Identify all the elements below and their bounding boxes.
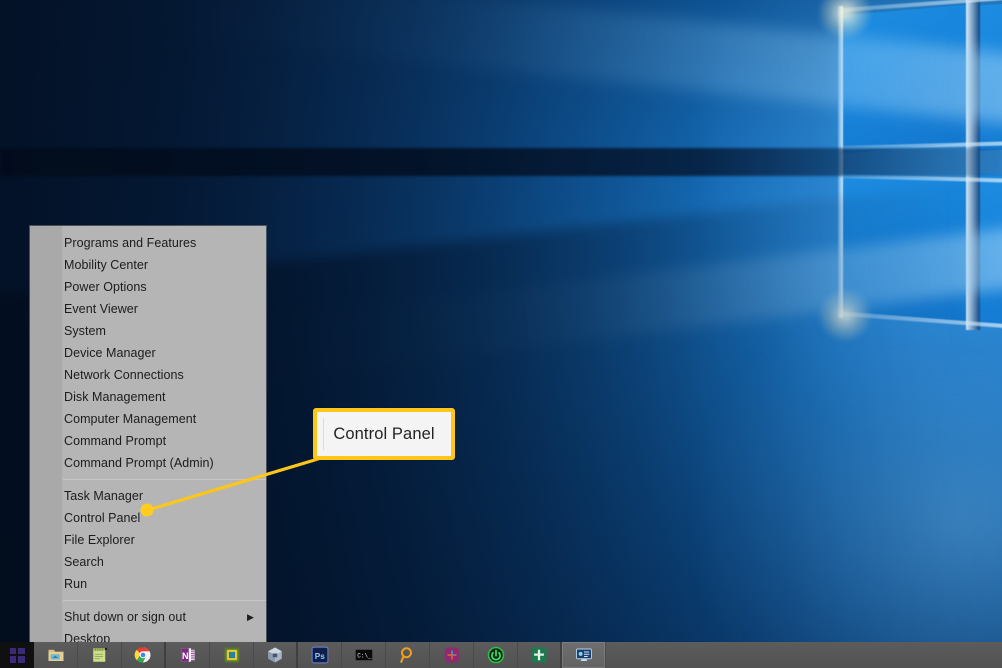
menu-item-shut-down-or-sign-out[interactable]: Shut down or sign out ▶ [30,606,266,628]
menu-item-search[interactable]: Search [30,551,266,573]
taskbar[interactable]: N Ps C:\_ [0,642,1002,668]
menu-item-label: Programs and Features [64,236,197,250]
magnifier-icon [399,647,412,663]
menu-item-label: Control Panel [64,511,141,525]
wallpaper-dark-band [0,148,1002,176]
menu-item-label: Disk Management [64,390,166,404]
menu-item-device-manager[interactable]: Device Manager [30,342,266,364]
photoshop-icon: Ps [311,646,328,664]
taskbar-item-system-properties[interactable] [562,642,606,668]
menu-item-label: Command Prompt [64,434,167,448]
taskbar-item-list[interactable]: N Ps C:\_ [34,642,1002,668]
menu-item-command-prompt-admin[interactable]: Command Prompt (Admin) [30,452,266,474]
menu-item-label: Computer Management [64,412,197,426]
callout-highlight-box: Control Panel [313,408,455,460]
winx-power-user-menu[interactable]: Programs and Features Mobility Center Po… [30,226,266,656]
taskbar-item-app-green-plus[interactable] [518,642,562,668]
monitor-icon [575,648,592,661]
menu-item-label: Shut down or sign out [64,610,186,624]
menu-item-label: Run [64,577,88,591]
menu-item-run[interactable]: Run [30,573,266,595]
menu-item-control-panel[interactable]: Control Panel [30,507,266,529]
menu-item-command-prompt[interactable]: Command Prompt [30,430,266,452]
menu-item-label: System [64,324,106,338]
menu-item-disk-management[interactable]: Disk Management [30,386,266,408]
menu-item-programs-and-features[interactable]: Programs and Features [30,232,266,254]
menu-item-label: Mobility Center [64,258,149,272]
taskbar-item-google-chrome[interactable] [122,642,166,668]
desktop[interactable]: Programs and Features Mobility Center Po… [0,0,1002,668]
puzzle-icon [444,647,459,663]
menu-item-power-options[interactable]: Power Options [30,276,266,298]
start-button[interactable] [0,642,34,668]
menu-item-label: Command Prompt (Admin) [64,456,214,470]
menu-item-label: Network Connections [64,368,184,382]
menu-item-file-explorer[interactable]: File Explorer [30,529,266,551]
taskbar-item-photoshop[interactable]: Ps [298,642,342,668]
taskbar-item-app-green-square[interactable] [210,642,254,668]
plus-tile-icon [531,647,547,663]
menu-item-computer-management[interactable]: Computer Management [30,408,266,430]
taskbar-item-app-power[interactable] [474,642,518,668]
menu-item-label: Search [64,555,104,569]
square-frame-icon [224,647,239,663]
svg-text:C:\_: C:\_ [357,652,372,659]
taskbar-item-command-prompt[interactable]: C:\_ [342,642,386,668]
taskbar-item-app-pink[interactable] [430,642,474,668]
notepad-icon [92,647,107,662]
menu-item-label: Power Options [64,280,147,294]
menu-item-label: Device Manager [64,346,156,360]
svg-text:N: N [182,651,189,661]
windows-logo-icon [9,647,25,663]
menu-item-task-manager[interactable]: Task Manager [30,485,266,507]
menu-item-label: File Explorer [64,533,135,547]
menu-item-label: Event Viewer [64,302,139,316]
folder-icon [48,649,63,661]
taskbar-empty-area[interactable] [606,642,1002,668]
taskbar-item-onenote[interactable]: N [166,642,210,668]
taskbar-item-sticky-notes[interactable] [78,642,122,668]
menu-item-event-viewer[interactable]: Event Viewer [30,298,266,320]
menu-item-network-connections[interactable]: Network Connections [30,364,266,386]
callout-inner-rule [323,418,324,450]
taskbar-item-search-magnifier[interactable] [386,642,430,668]
svg-text:Ps: Ps [314,652,325,661]
chrome-icon [134,647,151,663]
menu-separator-2 [63,600,266,601]
console-icon: C:\_ [355,649,372,661]
menu-item-label: Task Manager [64,489,144,503]
menu-separator-1 [63,479,266,480]
chevron-right-icon: ▶ [247,612,254,622]
cube-icon [268,647,282,663]
power-circle-icon [487,646,504,664]
taskbar-item-file-explorer[interactable] [34,642,78,668]
menu-item-mobility-center[interactable]: Mobility Center [30,254,266,276]
menu-item-system[interactable]: System [30,320,266,342]
callout-label: Control Panel [333,424,435,443]
onenote-icon: N [180,648,195,662]
taskbar-item-app-cube[interactable] [254,642,298,668]
